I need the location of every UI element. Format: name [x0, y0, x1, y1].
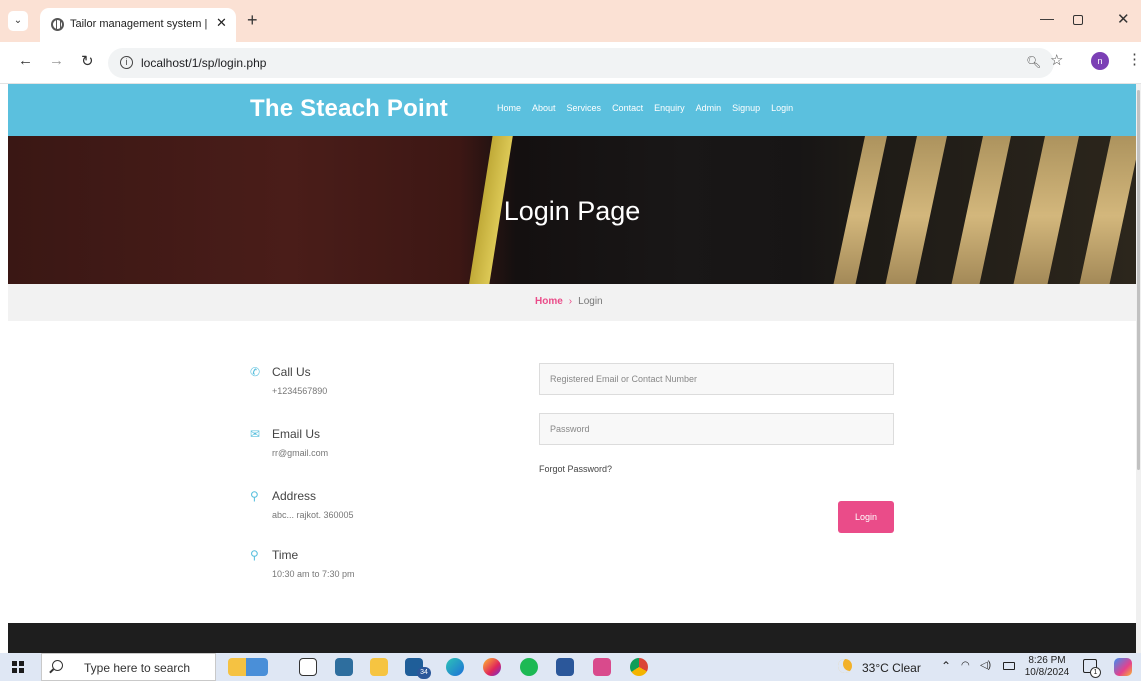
forward-arrow-icon[interactable]: →: [49, 52, 64, 69]
copilot-icon[interactable]: [1114, 658, 1132, 676]
nav-services[interactable]: Services: [567, 103, 602, 113]
store-icon[interactable]: [335, 658, 353, 676]
back-arrow-icon[interactable]: ←: [18, 52, 33, 69]
contact-value: abc... rajkot. 360005: [272, 510, 354, 520]
main-nav: Home About Services Contact Enquiry Admi…: [497, 103, 793, 113]
moon-icon[interactable]: [838, 659, 852, 673]
file-explorer-icon[interactable]: [370, 658, 388, 676]
taskbar-search[interactable]: Type here to search: [41, 653, 216, 681]
reload-icon[interactable]: ↻: [81, 52, 94, 70]
task-view-icon[interactable]: [299, 658, 317, 676]
site-brand[interactable]: The Steach Point: [250, 95, 448, 123]
search-icon: [52, 660, 63, 671]
chrome-icon[interactable]: [630, 658, 648, 676]
tab-close-icon[interactable]: ✕: [216, 15, 227, 31]
nav-home[interactable]: Home: [497, 103, 521, 113]
contact-title: Time: [272, 548, 299, 562]
new-tab-button[interactable]: +: [247, 10, 258, 31]
forgot-password-link[interactable]: Forgot Password?: [539, 464, 612, 474]
breadcrumb-home-link[interactable]: Home: [535, 296, 563, 307]
window-close-button[interactable]: ✕: [1117, 10, 1130, 28]
breadcrumb: Home › Login: [535, 296, 603, 307]
globe-icon: [51, 18, 64, 31]
nav-login[interactable]: Login: [771, 103, 793, 113]
nav-contact[interactable]: Contact: [612, 103, 643, 113]
window-restore-button[interactable]: [1073, 15, 1083, 25]
breadcrumb-current: Login: [578, 296, 603, 307]
browser-tab[interactable]: Tailor management system | Lo ✕: [40, 8, 236, 42]
browser-toolbar: ← → ↻ i localhost/1/sp/login.php 🔍︎: [0, 42, 1141, 84]
email-or-contact-input[interactable]: [539, 363, 894, 395]
tray-chevron-icon[interactable]: ⌃: [941, 659, 951, 673]
nav-enquiry[interactable]: Enquiry: [654, 103, 685, 113]
location-pin-icon: ⚲: [250, 489, 259, 503]
url-text[interactable]: localhost/1/sp/login.php: [141, 56, 266, 70]
password-input[interactable]: [539, 413, 894, 445]
mail-badge: 34: [417, 667, 431, 679]
clock-time[interactable]: 8:26 PM: [1022, 655, 1072, 666]
scrollbar-thumb[interactable]: [1137, 90, 1140, 470]
contact-value: rr@gmail.com: [272, 448, 329, 458]
xampp-icon[interactable]: [593, 658, 611, 676]
contact-title: Address: [272, 489, 317, 503]
windows-taskbar: Type here to search 34 33°C Clear ⌃ ◠ ◁)…: [0, 653, 1141, 681]
site-footer: [8, 623, 1136, 653]
address-bar[interactable]: i localhost/1/sp/login.php 🔍︎: [108, 48, 1054, 78]
contact-title: Call Us: [272, 365, 311, 379]
info-icon[interactable]: i: [120, 56, 133, 69]
contact-title: Email Us: [272, 427, 321, 441]
notification-badge: 1: [1090, 667, 1101, 678]
nav-signup[interactable]: Signup: [732, 103, 760, 113]
browser-tab-strip: ⌄ Tailor management system | Lo ✕ + — ✕: [0, 0, 1141, 42]
volume-icon[interactable]: ◁): [980, 660, 991, 671]
contact-value: +1234567890: [272, 386, 328, 396]
word-icon[interactable]: [556, 658, 574, 676]
bookmark-star-icon[interactable]: ☆: [1050, 51, 1063, 69]
contact-value: 10:30 am to 7:30 pm: [272, 569, 355, 579]
phone-icon: ✆: [250, 365, 261, 379]
nav-about[interactable]: About: [532, 103, 556, 113]
spotify-icon[interactable]: [520, 658, 538, 676]
login-button[interactable]: Login: [838, 501, 894, 533]
widget-app-icon[interactable]: [228, 658, 268, 676]
site-header: The Steach Point Home About Services Con…: [8, 84, 1136, 136]
taskbar-search-placeholder: Type here to search: [84, 661, 191, 675]
tab-search-chevron-icon[interactable]: ⌄: [8, 11, 28, 31]
windows-start-icon[interactable]: [12, 661, 24, 673]
nav-admin[interactable]: Admin: [696, 103, 722, 113]
edge-icon[interactable]: [446, 658, 464, 676]
battery-icon[interactable]: [1003, 662, 1015, 670]
tab-title: Tailor management system | Lo: [70, 18, 208, 30]
breadcrumb-bar: Home › Login: [8, 284, 1136, 321]
zoom-icon[interactable]: 🔍︎: [1026, 55, 1041, 69]
firefox-icon[interactable]: [483, 658, 501, 676]
wifi-icon[interactable]: ◠: [961, 660, 970, 671]
mail-icon: ✉: [250, 427, 261, 441]
weather-text[interactable]: 33°C Clear: [862, 661, 921, 675]
hero-banner: Login Page: [8, 136, 1136, 284]
browser-menu-icon[interactable]: ⋮: [1127, 50, 1141, 68]
breadcrumb-separator: ›: [568, 296, 573, 307]
location-pin-icon: ⚲: [250, 548, 259, 562]
window-minimize-button[interactable]: —: [1040, 10, 1054, 26]
page-title: Login Page: [503, 196, 641, 226]
clock-date[interactable]: 10/8/2024: [1020, 667, 1074, 678]
profile-avatar[interactable]: n: [1091, 52, 1109, 70]
